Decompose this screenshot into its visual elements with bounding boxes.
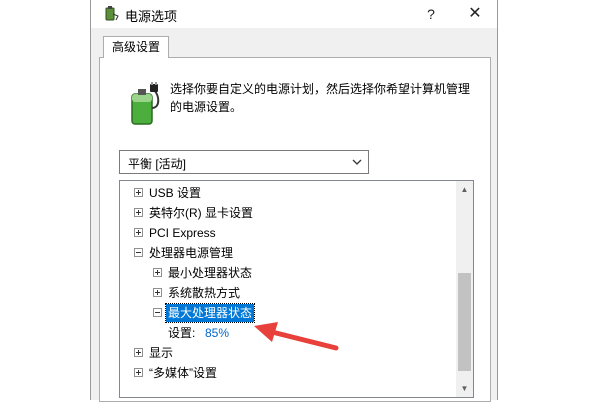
tree-item-label: 显示 [149,346,174,360]
scroll-up-icon[interactable]: ▲ [456,181,473,198]
description-text: 选择你要自定义的电源计划，然后选择你希望计算机管理的电源设置。 [170,82,471,114]
expand-icon[interactable] [134,188,143,197]
power-options-icon [105,6,119,21]
expand-icon[interactable] [134,228,143,237]
tab-advanced-settings[interactable]: 高级设置 [103,36,169,58]
tree-item-label: 最小处理器状态 [168,266,253,280]
expand-icon[interactable] [153,288,162,297]
settings-tree[interactable]: USB 设置 英特尔(R) 显卡设置 PCI Express 处理器电源管理 最… [119,180,474,398]
tree-item-label: “多媒体”设置 [149,366,217,380]
expand-icon[interactable] [153,268,162,277]
tree-item-label-selected[interactable]: 最大处理器状态 [164,303,256,323]
close-button[interactable]: ✕ [455,0,495,28]
setting-label: 设置: [168,326,196,340]
collapse-icon[interactable] [153,308,162,317]
setting-value[interactable]: 85% [205,323,229,343]
title-bar: 电源选项 ? ✕ [91,0,497,28]
annotation-arrow-icon [254,322,339,351]
help-button[interactable]: ? [411,0,451,28]
scroll-down-icon[interactable]: ▼ [456,380,473,397]
expand-icon[interactable] [134,208,143,217]
tree-item-label: PCI Express [149,226,216,240]
expand-icon[interactable] [134,348,143,357]
vertical-scrollbar[interactable]: ▲ ▼ [456,181,473,397]
power-plan-value: 平衡 [活动] [128,157,187,171]
collapse-icon[interactable] [134,248,143,257]
tree-item-label: 英特尔(R) 显卡设置 [149,206,253,220]
tree-item-label: 系统散热方式 [168,286,241,300]
window-title: 电源选项 [125,9,178,24]
scroll-thumb[interactable] [458,273,471,371]
expand-icon[interactable] [134,368,143,377]
tree-item-label: USB 设置 [149,186,202,200]
chevron-down-icon [352,159,362,165]
power-plan-select[interactable]: 平衡 [活动] [119,150,369,174]
tree-item-label: 处理器电源管理 [149,246,234,260]
battery-plug-icon [131,82,160,125]
